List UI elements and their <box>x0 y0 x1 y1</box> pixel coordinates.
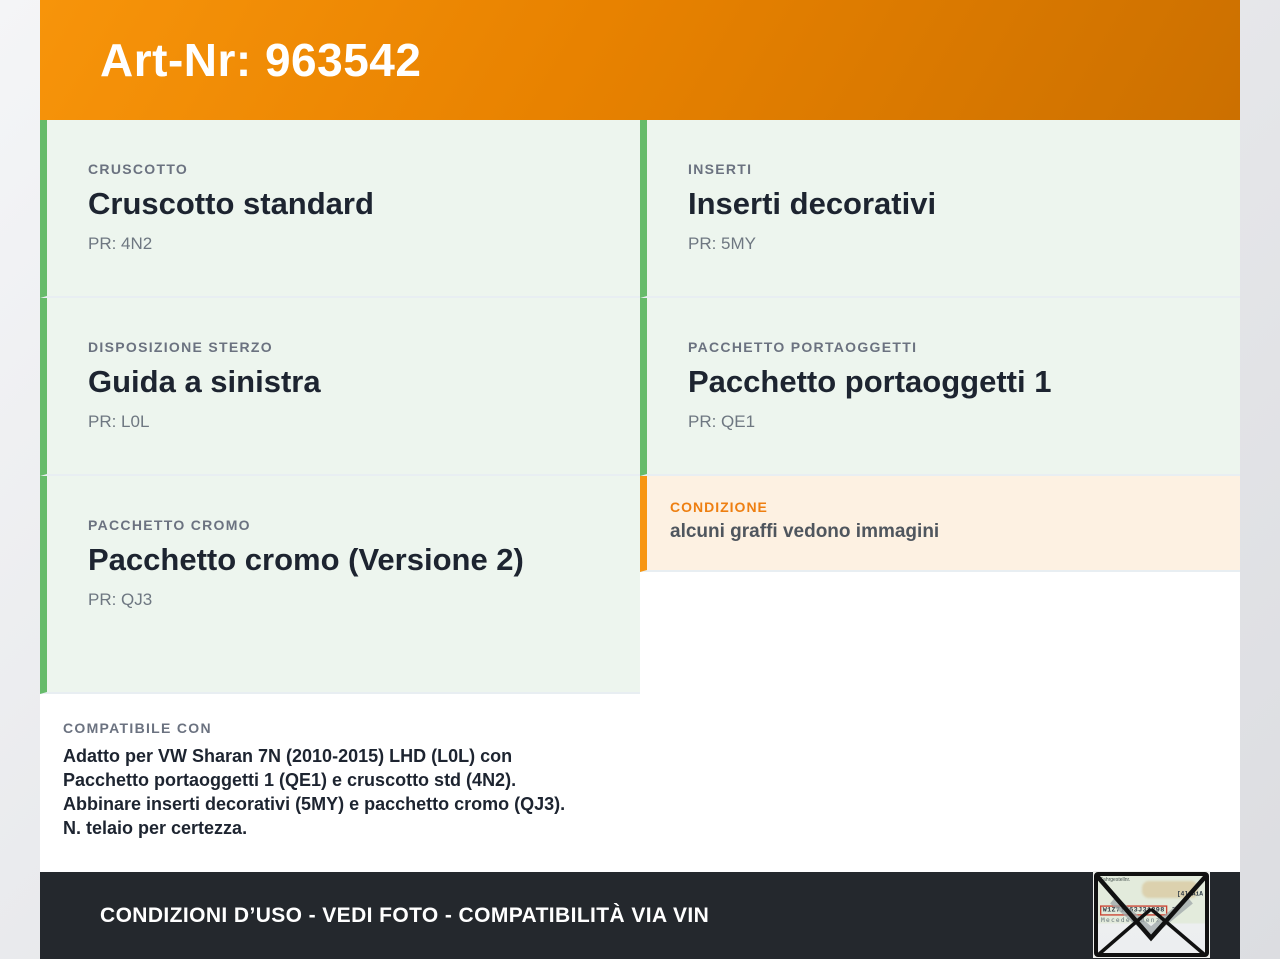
condition-text: alcuni graffi vedono immagini <box>670 521 940 542</box>
footer-notice-text: CONDIZIONI D’USO - VEDI FOTO - COMPATIBI… <box>100 903 710 927</box>
card-label: PACCHETTO CROMO <box>88 517 251 533</box>
card-pacchetto-portaoggetti: PACCHETTO PORTAOGGETTI Pacchetto portaog… <box>640 298 1240 476</box>
card-title: Cruscotto standard <box>88 186 374 221</box>
card-title: Pacchetto cromo (Versione 2) <box>88 542 524 577</box>
card-label: CRUSCOTTO <box>88 161 189 177</box>
envelope-icon <box>1094 872 1209 957</box>
left-column: CRUSCOTTO Cruscotto standard PR: 4N2 DIS… <box>40 120 640 872</box>
header-banner: Art-Nr: 963542 <box>40 0 1240 120</box>
card-title: Inserti decorativi <box>688 186 937 221</box>
card-disposizione-sterzo: DISPOSIZIONE STERZO Guida a sinistra PR:… <box>40 298 640 476</box>
card-pr-code: PR: QE1 <box>688 412 756 431</box>
card-pacchetto-cromo: PACCHETTO CROMO Pacchetto cromo (Version… <box>40 476 640 694</box>
vin-document-stamp: Fahrgestellnr. [4] AiA W1Z71463J31298 7 … <box>1093 871 1210 958</box>
content-container: Art-Nr: 963542 CRUSCOTTO Cruscotto stand… <box>40 0 1240 959</box>
card-title: Pacchetto portaoggetti 1 <box>688 364 1052 399</box>
card-condition: CONDIZIONE alcuni graffi vedono immagini <box>640 476 1240 572</box>
article-number-title: Art-Nr: 963542 <box>100 34 422 86</box>
footer-bar: CONDIZIONI D’USO - VEDI FOTO - COMPATIBI… <box>40 872 1240 959</box>
card-pr-code: PR: L0L <box>88 412 150 431</box>
card-label: INSERTI <box>688 161 753 177</box>
spec-grid: CRUSCOTTO Cruscotto standard PR: 4N2 DIS… <box>40 120 1240 872</box>
card-pr-code: PR: QJ3 <box>88 590 153 609</box>
card-title: Guida a sinistra <box>88 364 321 399</box>
card-label: COMPATIBILE CON <box>63 720 212 736</box>
card-compatibility: COMPATIBILE CON Adatto per VW Sharan 7N … <box>40 694 640 872</box>
empty-area <box>640 572 1240 872</box>
card-pr-code: PR: 5MY <box>688 234 757 253</box>
card-label: DISPOSIZIONE STERZO <box>88 339 273 355</box>
card-inserti: INSERTI Inserti decorativi PR: 5MY <box>640 120 1240 298</box>
condition-label: CONDIZIONE <box>670 499 768 515</box>
listing-page: Art-Nr: 963542 CRUSCOTTO Cruscotto stand… <box>0 0 1280 959</box>
card-label: PACCHETTO PORTAOGGETTI <box>688 339 918 355</box>
compatibility-text: Adatto per VW Sharan 7N (2010-2015) LHD … <box>63 746 566 838</box>
card-pr-code: PR: 4N2 <box>88 234 153 253</box>
right-column: INSERTI Inserti decorativi PR: 5MY PACCH… <box>640 120 1240 872</box>
card-cruscotto: CRUSCOTTO Cruscotto standard PR: 4N2 <box>40 120 640 298</box>
